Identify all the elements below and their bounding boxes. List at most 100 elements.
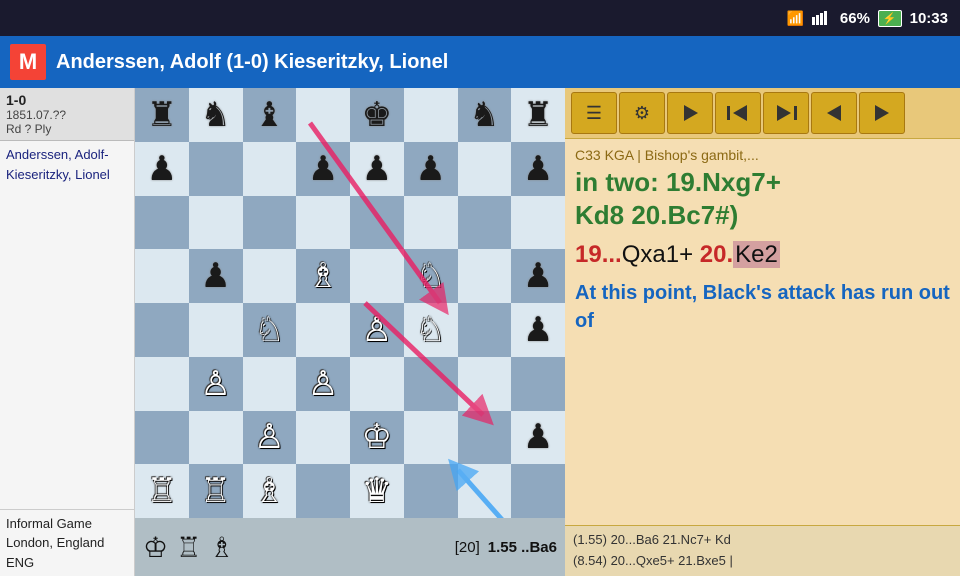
black-player: Kieseritzky, Lionel [6,165,128,185]
toolbar: ☰ ⚙ [565,88,960,139]
square-g4[interactable] [458,303,512,357]
square-h3[interactable] [511,357,565,411]
game-result: 1-0 [6,92,128,108]
square-h1[interactable] [511,464,565,518]
square-b4[interactable] [189,303,243,357]
square-d1[interactable] [296,464,350,518]
square-d7[interactable]: ♟ [296,142,350,196]
square-c7[interactable] [243,142,297,196]
square-f2[interactable] [404,411,458,465]
square-c4[interactable]: ♘ [243,303,297,357]
wifi-icon: 📶 [786,10,803,27]
square-a5[interactable] [135,249,189,303]
square-a8[interactable]: ♜ [135,88,189,142]
settings-button[interactable]: ⚙ [619,92,665,134]
square-e8[interactable]: ♚ [350,88,404,142]
next-end-button[interactable] [763,92,809,134]
square-h6[interactable] [511,196,565,250]
square-d6[interactable] [296,196,350,250]
commentary: At this point, Black's attack has run ou… [575,279,950,335]
square-g7[interactable] [458,142,512,196]
square-g8[interactable]: ♞ [458,88,512,142]
square-h4[interactable]: ♟ [511,303,565,357]
square-c5[interactable] [243,249,297,303]
square-b2[interactable] [189,411,243,465]
square-b3[interactable]: ♙ [189,357,243,411]
square-c2[interactable]: ♙ [243,411,297,465]
piece-knight-white-f4: ♘ [415,313,445,347]
square-g5[interactable] [458,249,512,303]
variation-1[interactable]: (1.55) 20...Ba6 21.Nc7+ Kd [573,530,952,551]
square-d4[interactable] [296,303,350,357]
piece-pawn-white-c2: ♙ [254,420,284,454]
m-button[interactable]: M [10,44,46,80]
square-a3[interactable] [135,357,189,411]
square-b7[interactable] [189,142,243,196]
square-b8[interactable]: ♞ [189,88,243,142]
board-area: ♜ ♞ ♝ ♚ ♞ ♜ ♟ ♟ ♟ ♟ ♟ [135,88,565,576]
piece-knight-white-c4: ♘ [254,313,284,347]
signal-icon [812,9,832,28]
square-d5[interactable]: ♗ [296,249,350,303]
chess-board[interactable]: ♜ ♞ ♝ ♚ ♞ ♜ ♟ ♟ ♟ ♟ ♟ [135,88,565,518]
play-button[interactable] [667,92,713,134]
square-d3[interactable]: ♙ [296,357,350,411]
game-type-label: Informal Game [6,514,128,534]
square-c1[interactable]: ♗ [243,464,297,518]
square-g3[interactable] [458,357,512,411]
square-c8[interactable]: ♝ [243,88,297,142]
square-d2[interactable] [296,411,350,465]
square-a2[interactable] [135,411,189,465]
square-g6[interactable] [458,196,512,250]
piece-pawn-black-b5: ♟ [200,259,230,293]
piece-knight-white-f5: ♘ [415,259,445,293]
piece-king-black: ♚ [362,98,392,132]
square-g1[interactable] [458,464,512,518]
square-b1[interactable]: ♖ [189,464,243,518]
variation-2[interactable]: (8.54) 20...Qxe5+ 21.Bxe5 | [573,551,952,572]
battery-icon: ⚡ [878,10,902,27]
move-text: 1.55 ..Ba6 [488,539,557,556]
square-h5[interactable]: ♟ [511,249,565,303]
square-c3[interactable] [243,357,297,411]
square-a1[interactable]: ♖ [135,464,189,518]
square-g2[interactable] [458,411,512,465]
piece-knight-black-g8: ♞ [469,98,499,132]
square-f6[interactable] [404,196,458,250]
square-f3[interactable] [404,357,458,411]
square-f7[interactable]: ♟ [404,142,458,196]
square-h8[interactable]: ♜ [511,88,565,142]
bottom-piece-2: ♖ [176,531,201,564]
game-title: Anderssen, Adolf (1-0) Kieseritzky, Lion… [56,51,448,74]
prev-button[interactable] [811,92,857,134]
piece-rook-black: ♜ [147,98,177,132]
square-a7[interactable]: ♟ [135,142,189,196]
square-e2[interactable]: ♔ [350,411,404,465]
square-f4[interactable]: ♘ [404,303,458,357]
prev-start-button[interactable] [715,92,761,134]
piece-bishop-black-c8: ♝ [254,98,284,132]
square-e3[interactable] [350,357,404,411]
square-h7[interactable]: ♟ [511,142,565,196]
menu-button[interactable]: ☰ [571,92,617,134]
move-black: Qxa1+ [622,241,700,268]
square-f5[interactable]: ♘ [404,249,458,303]
rd-ply: Rd ? Ply [6,122,128,136]
opening-name: C33 KGA | Bishop's gambit,... [575,147,950,163]
square-a6[interactable] [135,196,189,250]
square-d8[interactable] [296,88,350,142]
square-f8[interactable] [404,88,458,142]
square-f1[interactable] [404,464,458,518]
square-e4[interactable]: ♙ [350,303,404,357]
piece-pawn-black-f7: ♟ [415,152,445,186]
square-e1[interactable]: ♛ [350,464,404,518]
square-a4[interactable] [135,303,189,357]
square-e7[interactable]: ♟ [350,142,404,196]
square-e6[interactable] [350,196,404,250]
square-b6[interactable] [189,196,243,250]
square-h2[interactable]: ♟ [511,411,565,465]
next-button[interactable] [859,92,905,134]
square-b5[interactable]: ♟ [189,249,243,303]
square-c6[interactable] [243,196,297,250]
square-e5[interactable] [350,249,404,303]
